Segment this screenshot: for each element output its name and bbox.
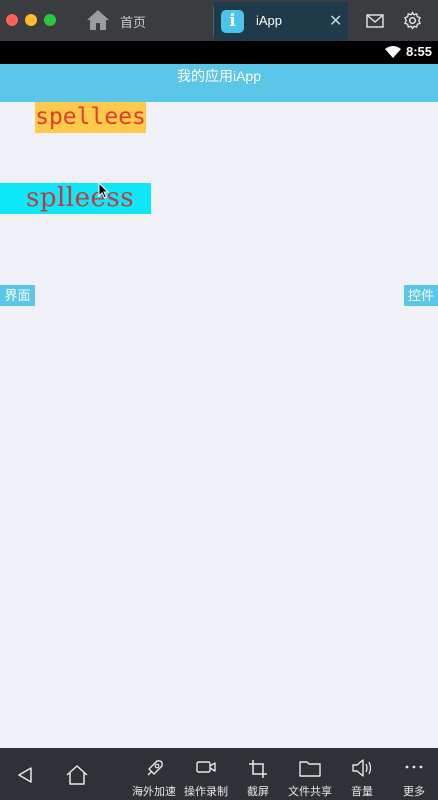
more-label: 更多 [403,786,425,798]
text-view-1[interactable]: spellees [35,102,146,133]
gear-icon[interactable] [403,11,422,30]
status-time: 8:55 [405,44,432,59]
mail-icon[interactable] [366,14,384,28]
home-nav-icon[interactable] [65,764,89,786]
iapp-icon: i [221,10,244,33]
maximize-window-button[interactable] [44,14,56,26]
close-icon[interactable]: ✕ [329,11,342,31]
more-icon [405,765,423,769]
more-button[interactable]: 更多 [387,748,438,800]
tab-iapp-label: iApp [256,13,283,28]
wifi-icon [385,46,401,58]
mouse-cursor-icon [98,182,109,199]
close-window-button[interactable] [6,14,18,26]
back-icon[interactable] [16,766,34,784]
file-share-button[interactable]: 文件共享 [283,748,337,800]
home-icon [87,10,109,30]
app-titlebar: 我的应用iApp [0,64,438,102]
record-button[interactable]: 操作录制 [179,748,233,800]
window-titlebar: 首页 i iApp ✕ [0,0,438,41]
tab-home-label: 首页 [120,15,147,30]
tab-home[interactable]: 首页 [72,0,212,41]
text-view-2[interactable]: splleess [0,183,151,214]
controls-button[interactable]: 控件 [404,285,438,306]
file-share-label: 文件共享 [288,786,332,798]
tab-iapp[interactable]: i iApp ✕ [214,2,348,41]
volume-button[interactable]: 音量 [335,748,389,800]
status-bar: 8:55 [0,41,438,64]
overseas-accel-label: 海外加速 [132,786,176,798]
screenshot-button[interactable]: 截屏 [231,748,285,800]
screenshot-label: 截屏 [247,786,269,798]
app-content: spellees splleess 界面 控件 [0,102,438,748]
record-label: 操作录制 [184,786,228,798]
interface-button[interactable]: 界面 [0,285,35,306]
overseas-accel-button[interactable]: 海外加速 [127,748,181,800]
folder-icon [299,761,321,777]
volume-label: 音量 [351,786,373,798]
rocket-icon [147,760,163,776]
video-icon [196,761,216,773]
crop-icon [249,760,267,778]
page-title: 我的应用iApp [176,68,262,84]
volume-icon [352,759,372,777]
minimize-window-button[interactable] [25,14,37,26]
